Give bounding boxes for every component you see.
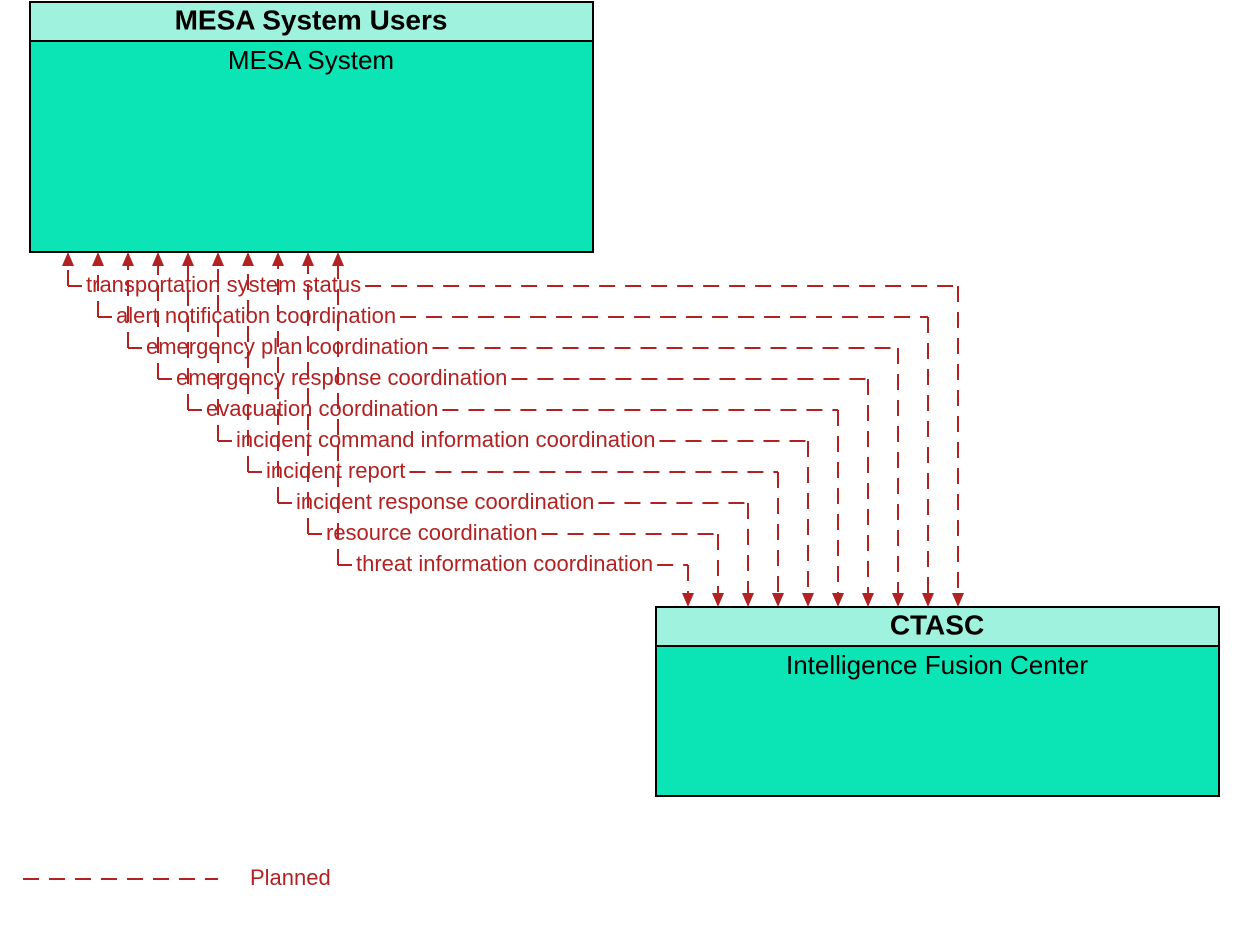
node-body-label: MESA System: [228, 45, 394, 75]
node-intelligence-fusion-center: CTASC Intelligence Fusion Center: [656, 607, 1219, 796]
flow-label: evacuation coordination: [206, 396, 438, 421]
node-header-label: MESA System Users: [175, 4, 448, 35]
flow-label: threat information coordination: [356, 551, 653, 576]
flow-label: emergency response coordination: [176, 365, 507, 390]
flow-label: incident command information coordinatio…: [236, 427, 655, 452]
legend: Planned: [23, 865, 331, 890]
flow-label: resource coordination: [326, 520, 538, 545]
flow-label: incident response coordination: [296, 489, 594, 514]
node-body-label: Intelligence Fusion Center: [786, 650, 1088, 680]
node-header-label: CTASC: [890, 609, 984, 640]
flows-group: transportation system statusalert notifi…: [62, 252, 964, 607]
flow-label: incident report: [266, 458, 405, 483]
node-mesa-system: MESA System Users MESA System: [30, 2, 593, 252]
legend-label-planned: Planned: [250, 865, 331, 890]
